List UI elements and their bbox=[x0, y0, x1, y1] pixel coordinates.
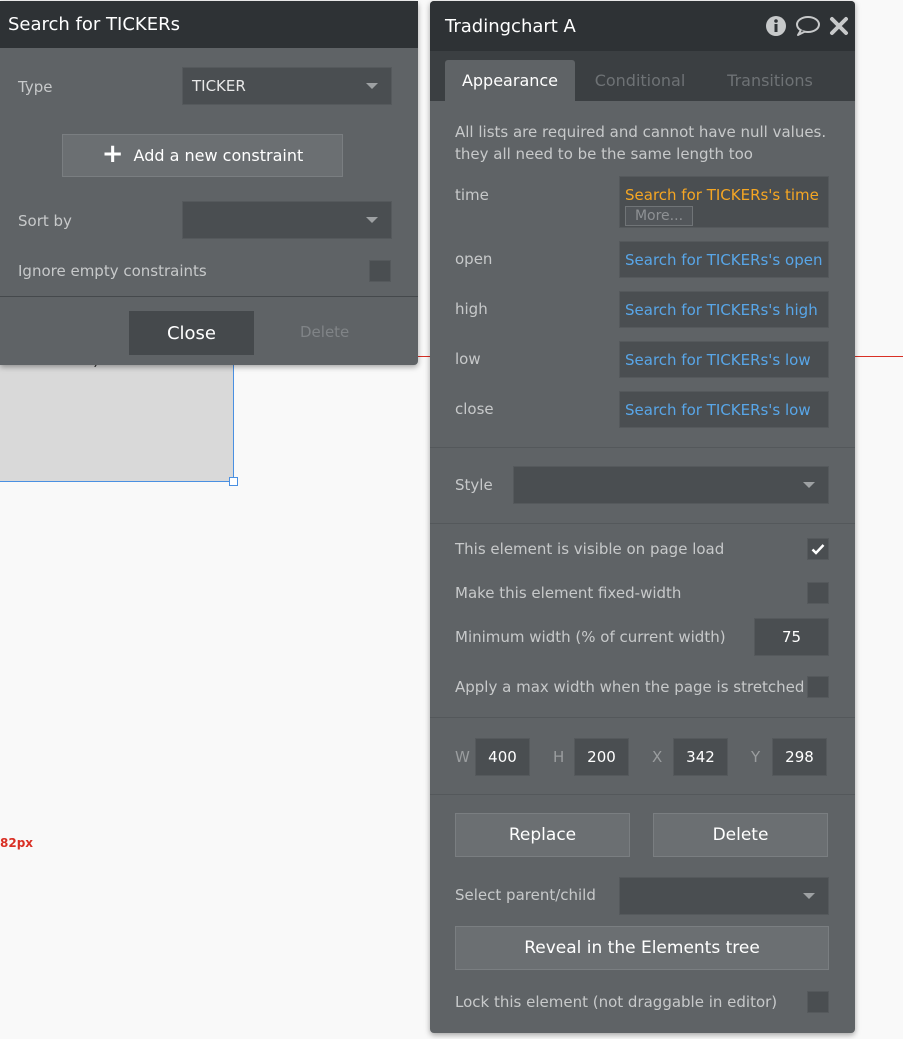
type-select[interactable]: TICKER bbox=[182, 67, 392, 105]
y-input[interactable]: 298 bbox=[772, 738, 827, 776]
fixed-width-label: Make this element fixed-width bbox=[455, 584, 682, 602]
chevron-down-icon bbox=[803, 893, 815, 899]
ignore-empty-label: Ignore empty constraints bbox=[18, 262, 207, 280]
element-panel: Tradingchart A Appearance Conditional Tr… bbox=[430, 1, 855, 1033]
tab-bar: Appearance Conditional Transitions bbox=[430, 51, 855, 101]
delete-element-button[interactable]: Delete bbox=[653, 813, 828, 857]
parent-child-label: Select parent/child bbox=[455, 886, 596, 904]
max-width-checkbox[interactable] bbox=[807, 676, 829, 698]
fixed-width-checkbox[interactable] bbox=[807, 582, 829, 604]
lock-element-checkbox[interactable] bbox=[807, 991, 829, 1013]
x-input[interactable]: 342 bbox=[673, 738, 728, 776]
guide-line bbox=[418, 356, 430, 357]
search-panel: Search for TICKERs Type TICKER + Add a n… bbox=[0, 1, 418, 365]
replace-button[interactable]: Replace bbox=[455, 813, 630, 857]
x-label: X bbox=[652, 748, 663, 766]
add-constraint-button[interactable]: + Add a new constraint bbox=[62, 134, 343, 177]
divider bbox=[430, 447, 855, 448]
chevron-down-icon bbox=[366, 83, 378, 89]
field-value-low[interactable]: Search for TICKERs's low bbox=[619, 341, 829, 378]
reveal-in-tree-button[interactable]: Reveal in the Elements tree bbox=[455, 926, 829, 970]
close-button[interactable]: Close bbox=[129, 311, 254, 355]
search-panel-header: Search for TICKERs bbox=[0, 1, 418, 48]
element-panel-header: Tradingchart A bbox=[430, 1, 855, 51]
field-label-open: open bbox=[455, 250, 493, 268]
visible-on-load-label: This element is visible on page load bbox=[455, 540, 725, 558]
canvas-element[interactable]: n available) bbox=[0, 350, 234, 482]
tab-conditional[interactable]: Conditional bbox=[580, 60, 700, 101]
height-label: H bbox=[553, 748, 565, 766]
field-value-close[interactable]: Search for TICKERs's low bbox=[619, 391, 829, 428]
dimension-label: 82px bbox=[0, 836, 34, 850]
field-label-close: close bbox=[455, 400, 494, 418]
field-label-time: time bbox=[455, 186, 489, 204]
tab-appearance[interactable]: Appearance bbox=[445, 60, 575, 101]
plus-icon: + bbox=[101, 139, 124, 169]
lock-element-label: Lock this element (not draggable in edit… bbox=[455, 993, 778, 1011]
field-value-high[interactable]: Search for TICKERs's high bbox=[619, 291, 829, 328]
style-select[interactable] bbox=[513, 466, 829, 504]
more-button[interactable]: More... bbox=[625, 206, 693, 226]
divider bbox=[430, 794, 855, 795]
chevron-down-icon bbox=[803, 482, 815, 488]
delete-button-disabled[interactable]: Delete bbox=[300, 323, 349, 341]
guide-line-right bbox=[855, 356, 903, 357]
ignore-empty-checkbox[interactable] bbox=[369, 260, 391, 282]
comment-icon[interactable] bbox=[795, 15, 821, 42]
style-label: Style bbox=[455, 476, 493, 494]
field-label-high: high bbox=[455, 300, 488, 318]
info-icon[interactable] bbox=[765, 15, 787, 42]
min-width-input[interactable]: 75 bbox=[754, 618, 829, 656]
lists-note: All lists are required and cannot have n… bbox=[455, 123, 827, 163]
divider bbox=[430, 523, 855, 524]
search-panel-title: Search for TICKERs bbox=[8, 14, 180, 35]
width-label: W bbox=[455, 748, 470, 766]
sort-by-label: Sort by bbox=[18, 212, 72, 230]
chevron-down-icon bbox=[366, 217, 378, 223]
height-input[interactable]: 200 bbox=[574, 738, 629, 776]
close-icon[interactable] bbox=[829, 16, 849, 41]
checkmark-icon bbox=[811, 544, 825, 555]
type-label: Type bbox=[18, 78, 53, 96]
min-width-label: Minimum width (% of current width) bbox=[455, 628, 726, 646]
max-width-label: Apply a max width when the page is stret… bbox=[455, 678, 805, 696]
parent-child-select[interactable] bbox=[619, 877, 829, 915]
sort-by-select[interactable] bbox=[182, 201, 392, 239]
y-label: Y bbox=[751, 748, 761, 766]
width-input[interactable]: 400 bbox=[475, 738, 530, 776]
tab-transitions[interactable]: Transitions bbox=[710, 60, 830, 101]
visible-on-load-checkbox[interactable] bbox=[807, 538, 829, 560]
resize-handle[interactable] bbox=[229, 477, 238, 486]
divider bbox=[430, 717, 855, 718]
field-label-low: low bbox=[455, 350, 481, 368]
search-panel-footer: Close Delete bbox=[0, 296, 418, 365]
field-value-open[interactable]: Search for TICKERs's open bbox=[619, 241, 829, 278]
element-panel-title: Tradingchart A bbox=[445, 15, 576, 37]
